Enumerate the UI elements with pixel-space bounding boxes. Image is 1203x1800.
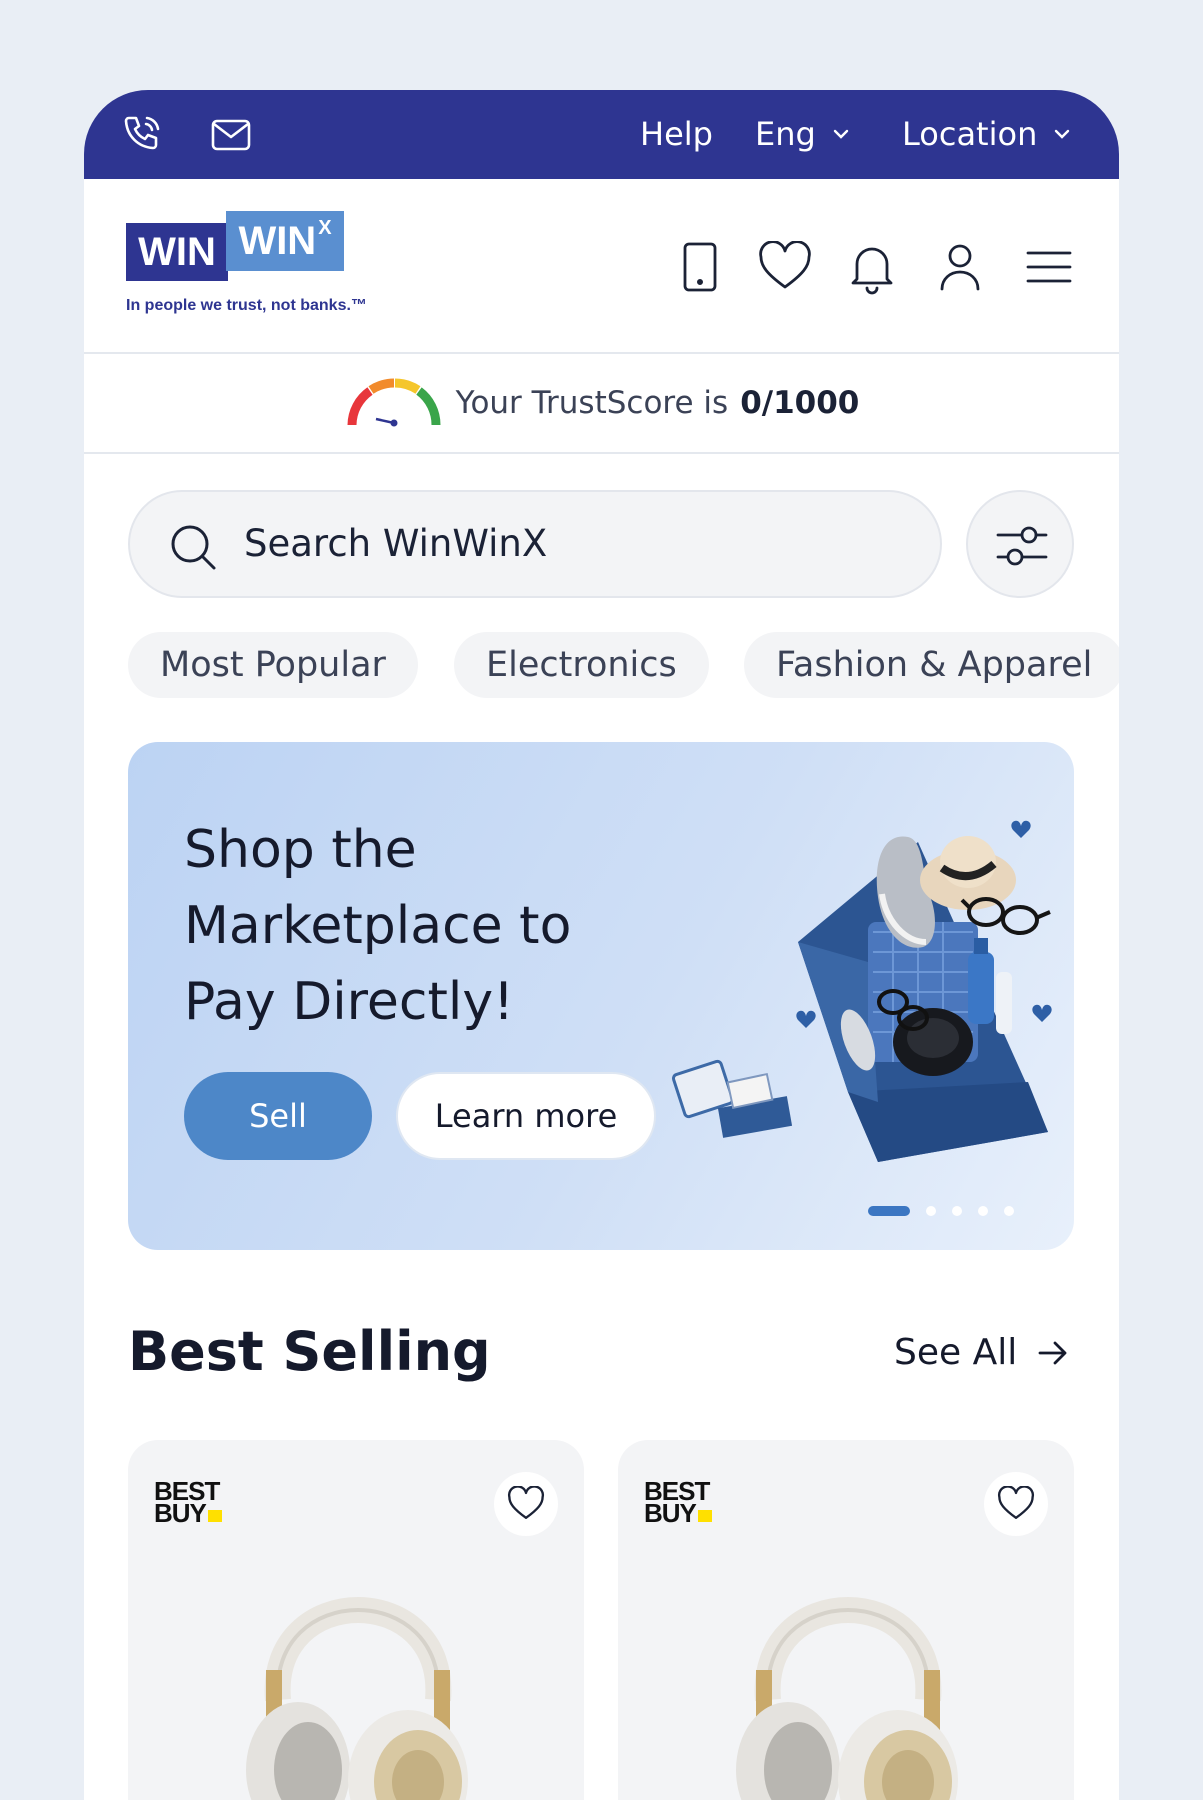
photo-box-image — [671, 1059, 793, 1138]
banner-headline: Shop the Marketplace to Pay Directly! — [184, 812, 604, 1040]
carousel-dot[interactable] — [926, 1206, 936, 1216]
chip-electronics[interactable]: Electronics — [454, 632, 709, 698]
menu-icon[interactable] — [1024, 241, 1074, 297]
help-link[interactable]: Help — [640, 112, 713, 156]
sell-button[interactable]: Sell — [184, 1072, 372, 1160]
gift-box-illustration — [671, 820, 1052, 1162]
search-bar[interactable]: Search WinWinX — [128, 490, 942, 598]
arrow-right-icon — [1038, 1341, 1067, 1364]
headphones-image — [736, 1597, 958, 1800]
bell-icon[interactable] — [847, 241, 897, 299]
trustscore-bar[interactable]: Your TrustScore is 0/1000 — [84, 354, 1119, 454]
phone-call-icon[interactable] — [120, 112, 166, 162]
chip-most-popular[interactable]: Most Popular — [128, 632, 418, 698]
language-label: Eng — [755, 115, 816, 153]
carousel-dot[interactable] — [978, 1206, 988, 1216]
trustscore-value: 0/1000 — [740, 385, 860, 421]
help-label: Help — [640, 115, 713, 153]
user-icon[interactable] — [936, 241, 984, 297]
carousel-indicator — [868, 1206, 1014, 1216]
logo-tagline: In people we trust, not banks.™ — [126, 297, 367, 314]
header: WIN WIN X In people we trust, not banks.™ — [84, 179, 1119, 354]
logo-win-2-text: WIN — [238, 218, 317, 263]
headphones-image — [246, 1597, 468, 1800]
learn-more-button[interactable]: Learn more — [396, 1072, 656, 1160]
brand-line-2: BUY — [644, 1500, 712, 1526]
language-select[interactable]: Eng — [755, 112, 852, 156]
favorite-button[interactable] — [494, 1472, 558, 1536]
section-title: Best Selling — [128, 1320, 491, 1383]
see-all-label: See All — [894, 1332, 1018, 1373]
brand-line-2: BUY — [154, 1500, 222, 1526]
heart-icon[interactable] — [757, 240, 813, 297]
location-label: Location — [902, 115, 1038, 153]
see-all-link[interactable]: See All — [894, 1332, 1071, 1373]
filter-button[interactable] — [966, 490, 1074, 598]
phone-device-icon[interactable] — [676, 241, 724, 297]
promo-banner[interactable]: Shop the Marketplace to Pay Directly! Se… — [128, 742, 1074, 1250]
bestbuy-logo: BEST BUY — [154, 1478, 222, 1526]
sliders-icon — [996, 526, 1048, 566]
banner-line-1: Shop the — [184, 820, 417, 880]
app-screen: Help Eng Location WIN WIN X In people we … — [84, 90, 1119, 1800]
gauge-icon — [347, 378, 441, 427]
chip-fashion-apparel[interactable]: Fashion & Apparel — [744, 632, 1119, 698]
carousel-dot-active[interactable] — [868, 1206, 910, 1216]
winwinx-logo[interactable]: WIN WIN X In people we trust, not banks.™ — [126, 211, 367, 321]
favorite-button[interactable] — [984, 1472, 1048, 1536]
logo-win-2: WIN X — [226, 211, 344, 271]
trustscore-label: Your TrustScore is — [455, 385, 729, 421]
top-bar: Help Eng Location — [84, 90, 1119, 179]
search-icon — [168, 522, 218, 576]
heart-icon — [997, 1486, 1035, 1520]
chevron-down-icon — [833, 129, 849, 139]
bestbuy-logo: BEST BUY — [644, 1478, 712, 1526]
chevron-down-icon — [1055, 129, 1070, 139]
product-card[interactable]: BEST BUY — [618, 1440, 1074, 1800]
logo-x: X — [318, 217, 332, 239]
mail-icon[interactable] — [208, 112, 254, 162]
carousel-dot[interactable] — [1004, 1206, 1014, 1216]
carousel-dot[interactable] — [952, 1206, 962, 1216]
heart-icon — [507, 1486, 545, 1520]
logo-win-1: WIN — [126, 223, 228, 281]
location-select[interactable]: Location — [902, 112, 1073, 156]
search-input[interactable]: Search WinWinX — [244, 522, 547, 565]
product-card[interactable]: BEST BUY — [128, 1440, 584, 1800]
banner-line-3: Pay Directly! — [184, 972, 514, 1032]
banner-line-2: Marketplace to — [184, 896, 572, 956]
